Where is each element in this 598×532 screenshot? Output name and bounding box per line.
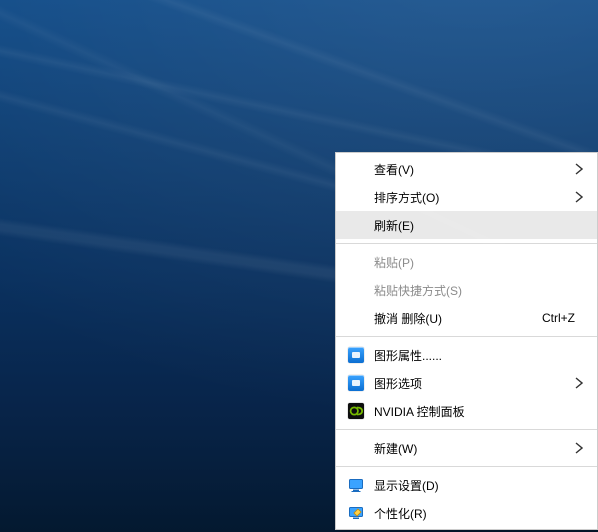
menu-item-new[interactable]: 新建(W) — [336, 434, 597, 462]
intel-graphics-icon — [348, 375, 364, 391]
menu-item-label: 撤消 删除(U) — [370, 310, 526, 327]
nvidia-icon — [348, 403, 364, 419]
menu-item-paste: 粘贴(P) — [336, 248, 597, 276]
menu-separator — [336, 243, 597, 244]
menu-separator — [336, 466, 597, 467]
menu-item-paste-shortcut: 粘贴快捷方式(S) — [336, 276, 597, 304]
menu-item-label: NVIDIA 控制面板 — [370, 403, 575, 420]
menu-item-label: 图形选项 — [370, 375, 575, 392]
submenu-arrow-icon — [575, 442, 589, 454]
monitor-icon — [348, 477, 364, 493]
submenu-arrow-icon — [575, 163, 589, 175]
menu-item-nvidia-control-panel[interactable]: NVIDIA 控制面板 — [336, 397, 597, 425]
menu-item-label: 粘贴快捷方式(S) — [370, 282, 575, 299]
menu-item-view[interactable]: 查看(V) — [336, 155, 597, 183]
menu-item-display-settings[interactable]: 显示设置(D) — [336, 471, 597, 499]
submenu-arrow-icon — [575, 377, 589, 389]
menu-item-label: 新建(W) — [370, 440, 575, 457]
menu-item-undo-delete[interactable]: 撤消 删除(U) Ctrl+Z — [336, 304, 597, 332]
menu-item-graphics-options[interactable]: 图形选项 — [336, 369, 597, 397]
menu-item-label: 查看(V) — [370, 161, 575, 178]
personalize-icon — [348, 505, 364, 521]
desktop-context-menu: 查看(V) 排序方式(O) 刷新(E) 粘贴(P) 粘贴快捷方式(S) — [335, 152, 598, 530]
menu-item-sort[interactable]: 排序方式(O) — [336, 183, 597, 211]
menu-item-label: 图形属性...... — [370, 347, 575, 364]
desktop-background[interactable]: 查看(V) 排序方式(O) 刷新(E) 粘贴(P) 粘贴快捷方式(S) — [0, 0, 598, 532]
intel-graphics-icon — [348, 347, 364, 363]
menu-separator — [336, 429, 597, 430]
submenu-arrow-icon — [575, 191, 589, 203]
menu-separator — [336, 336, 597, 337]
menu-item-accelerator: Ctrl+Z — [542, 311, 575, 325]
menu-item-label: 粘贴(P) — [370, 254, 575, 271]
menu-item-label: 显示设置(D) — [370, 477, 575, 494]
menu-item-label: 排序方式(O) — [370, 189, 575, 206]
menu-item-refresh[interactable]: 刷新(E) — [336, 211, 597, 239]
menu-item-label: 刷新(E) — [370, 217, 575, 234]
menu-item-personalize[interactable]: 个性化(R) — [336, 499, 597, 527]
menu-item-graphics-properties[interactable]: 图形属性...... — [336, 341, 597, 369]
menu-item-label: 个性化(R) — [370, 505, 575, 522]
